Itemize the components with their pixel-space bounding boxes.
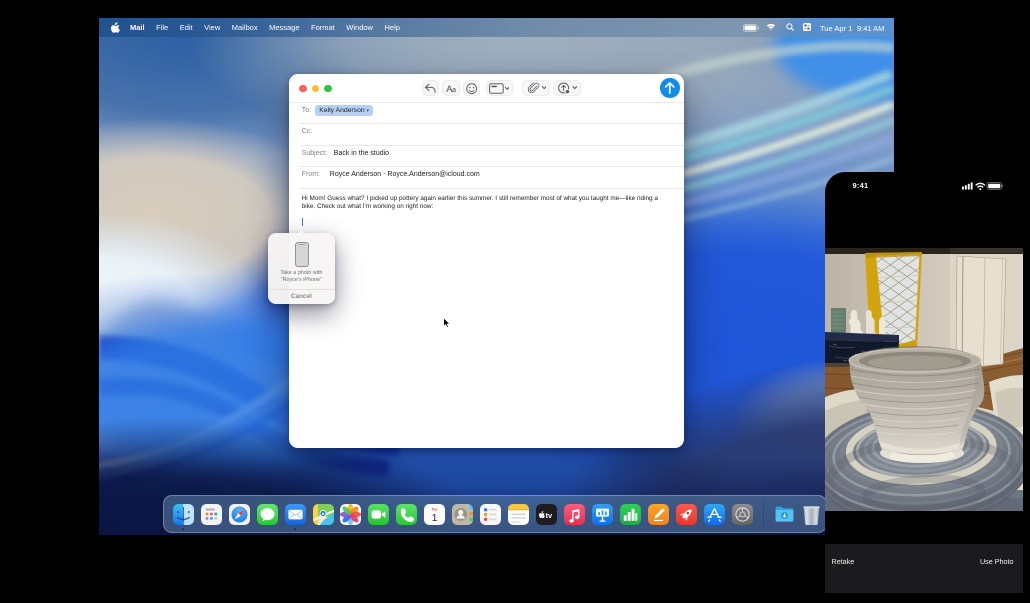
svg-text:1: 1 xyxy=(432,512,438,524)
svg-text:tv: tv xyxy=(546,511,554,520)
